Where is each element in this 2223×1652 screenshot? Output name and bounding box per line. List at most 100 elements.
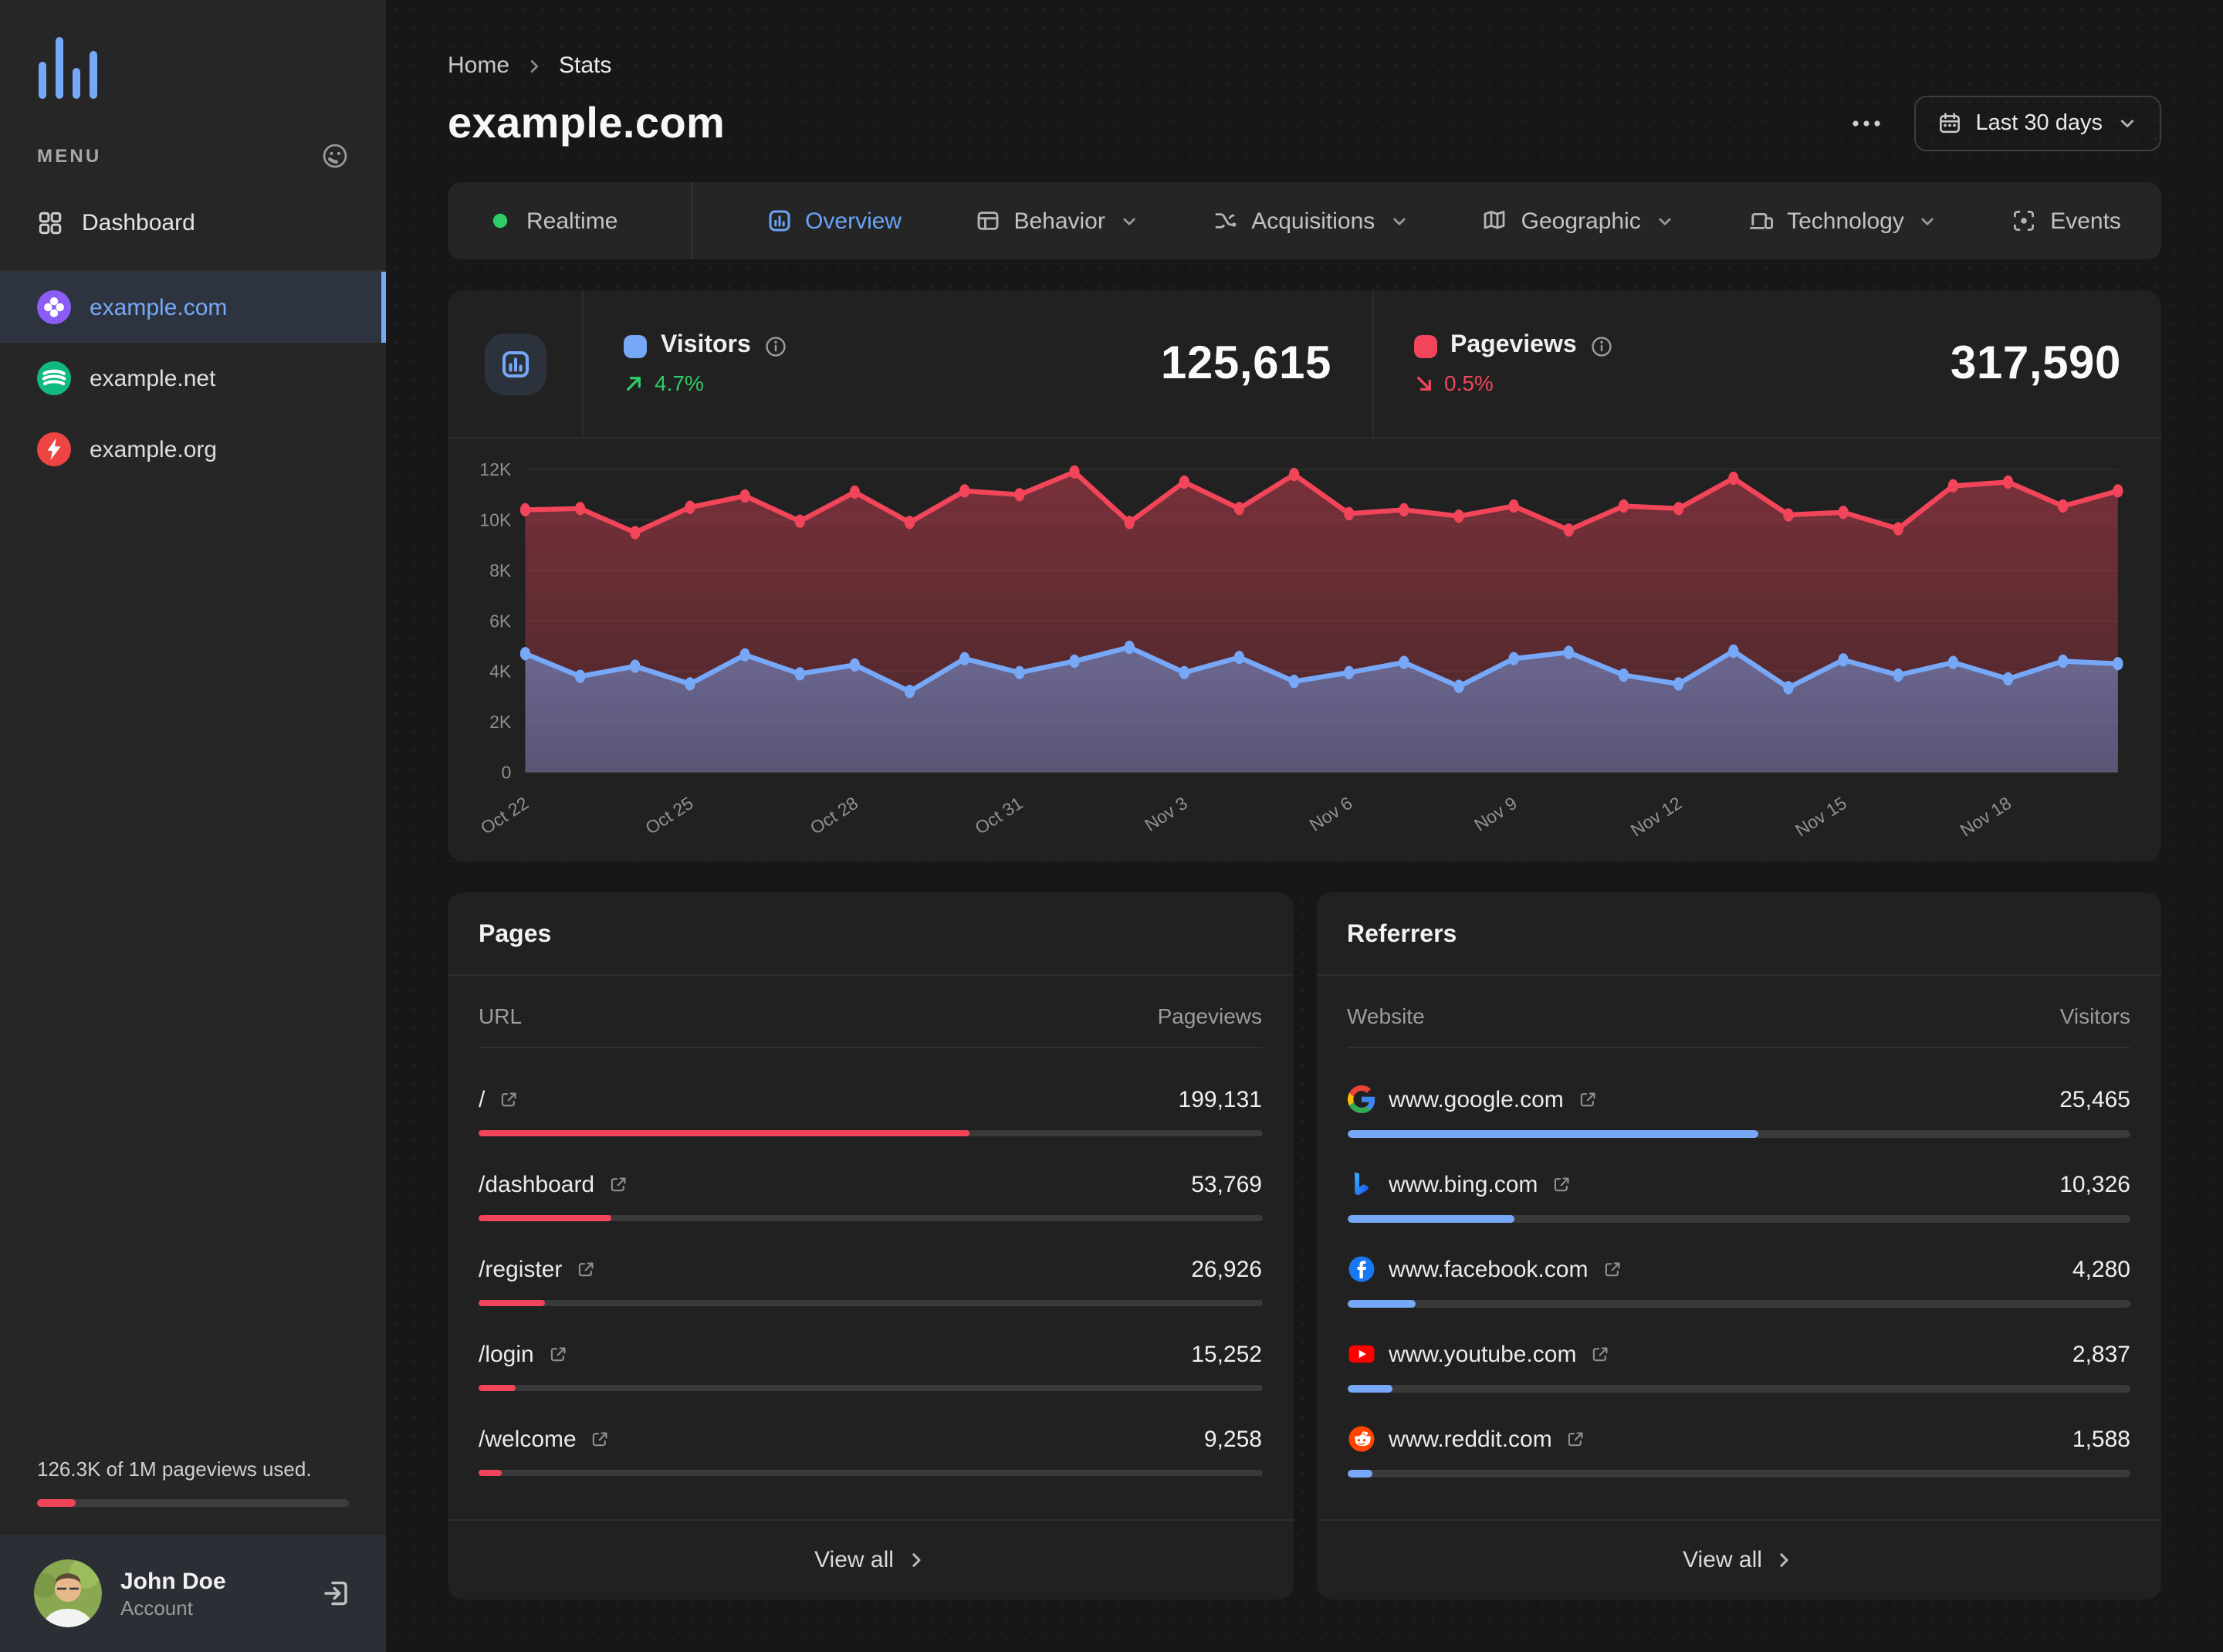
usage-text: 126.3K of 1M pageviews used.	[37, 1457, 312, 1481]
technology-icon	[1748, 208, 1773, 233]
overview-icon	[766, 208, 791, 233]
visitors-value: 125,615	[1160, 337, 1331, 388]
table-row[interactable]: www.bing.com 10,326	[1347, 1170, 2130, 1223]
clover-icon	[37, 290, 71, 324]
sidebar-item-example-net[interactable]: example.net	[0, 343, 386, 414]
tab-behavior[interactable]: Behavior	[975, 208, 1139, 234]
behavior-icon	[975, 208, 1000, 233]
table-row[interactable]: / 199,131	[479, 1087, 1262, 1137]
row-value: 4,280	[2072, 1256, 2130, 1283]
referrers-table: www.google.com 25,465 www.bing.com 10,32…	[1316, 1049, 2161, 1520]
sidebar-item-dashboard[interactable]: Dashboard	[0, 191, 386, 255]
tab-events[interactable]: Events	[2012, 208, 2121, 234]
external-link-icon[interactable]	[1566, 1430, 1586, 1450]
app-logo-icon[interactable]	[39, 37, 386, 99]
row-label: www.google.com	[1389, 1086, 1564, 1113]
tab-label: Acquisitions	[1251, 208, 1375, 234]
waves-icon	[37, 361, 71, 395]
info-icon[interactable]	[765, 334, 788, 357]
view-all-button[interactable]: View all	[1316, 1519, 2161, 1600]
external-link-icon[interactable]	[499, 1090, 519, 1110]
svg-text:10K: 10K	[479, 510, 512, 530]
trend-up-icon	[624, 373, 644, 393]
table-row[interactable]: /login 15,252	[479, 1341, 1262, 1392]
row-label: www.reddit.com	[1389, 1426, 1552, 1453]
more-options-button[interactable]	[1849, 111, 1883, 136]
external-link-icon[interactable]	[590, 1429, 611, 1449]
col-pageviews: Pageviews	[1157, 1004, 1262, 1029]
table-row[interactable]: /welcome 9,258	[479, 1426, 1262, 1476]
tab-geographic[interactable]: Geographic	[1483, 208, 1675, 234]
table-row[interactable]: www.facebook.com 4,280	[1347, 1255, 2130, 1308]
sidebar-item-example-com[interactable]: example.com	[0, 272, 386, 343]
progress-fill	[479, 1384, 516, 1392]
tab-technology[interactable]: Technology	[1748, 208, 1938, 234]
tab-realtime[interactable]: Realtime	[488, 208, 618, 234]
external-link-icon[interactable]	[608, 1175, 628, 1195]
tab-label: Behavior	[1013, 208, 1105, 234]
overview-chart-card: Visitors 4.7% 125,615 Pageviews 0.5% 317…	[448, 290, 2161, 862]
row-label: /	[479, 1086, 486, 1113]
bing-icon	[1347, 1170, 1375, 1198]
external-link-icon[interactable]	[1590, 1345, 1610, 1365]
avatar	[34, 1559, 102, 1627]
svg-text:Nov 12: Nov 12	[1627, 793, 1686, 841]
trend-down-icon	[1413, 373, 1433, 393]
col-website: Website	[1347, 1004, 1425, 1029]
pageviews-swatch	[1413, 334, 1436, 357]
svg-text:8K: 8K	[489, 560, 512, 581]
row-label: www.facebook.com	[1389, 1256, 1589, 1283]
external-link-icon[interactable]	[1602, 1259, 1622, 1279]
external-link-icon[interactable]	[1578, 1089, 1598, 1109]
row-label: www.youtube.com	[1389, 1341, 1577, 1368]
progress-fill	[479, 1469, 502, 1476]
pageviews-stat: Pageviews 0.5% 317,590	[1372, 290, 2161, 437]
info-icon[interactable]	[1591, 334, 1614, 357]
sidebar-item-example-org[interactable]: example.org	[0, 414, 386, 485]
pageviews-value: 317,590	[1950, 337, 2121, 388]
external-link-icon[interactable]	[548, 1344, 568, 1364]
tab-label: Overview	[805, 208, 902, 234]
breadcrumb-home[interactable]: Home	[448, 52, 509, 79]
date-range-button[interactable]: Last 30 days	[1913, 96, 2161, 151]
tab-label: Geographic	[1521, 208, 1641, 234]
external-link-icon[interactable]	[576, 1259, 596, 1279]
tab-overview[interactable]: Overview	[766, 208, 902, 234]
chevron-right-icon	[906, 1551, 926, 1571]
table-row[interactable]: www.google.com 25,465	[1347, 1085, 2130, 1138]
menu-options-icon[interactable]	[321, 142, 349, 170]
referrers-card: Referrers Website Visitors www.google.co…	[1316, 892, 2161, 1600]
progress-track	[1347, 1385, 2130, 1393]
external-link-icon[interactable]	[1551, 1174, 1572, 1194]
tab-acquisitions[interactable]: Acquisitions	[1213, 208, 1409, 234]
progress-track	[1347, 1470, 2130, 1478]
youtube-icon	[1347, 1341, 1375, 1369]
chevron-right-icon	[1775, 1551, 1795, 1571]
bottom-cards: Pages URL Pageviews / 199,131 /dashboard…	[448, 892, 2161, 1600]
table-row[interactable]: /dashboard 53,769	[479, 1172, 1262, 1222]
chevron-right-icon	[525, 56, 543, 75]
sign-out-icon[interactable]	[321, 1578, 352, 1609]
progress-track	[479, 1469, 1262, 1476]
progress-fill	[479, 1299, 546, 1307]
events-icon	[2012, 208, 2036, 233]
card-title: Pages	[479, 922, 552, 949]
progress-track	[1347, 1300, 2130, 1308]
account-panel[interactable]: John Doe Account	[0, 1535, 386, 1652]
calendar-icon	[1937, 111, 1962, 136]
table-row[interactable]: /register 26,926	[479, 1256, 1262, 1307]
progress-track	[479, 1129, 1262, 1137]
view-all-button[interactable]: View all	[448, 1519, 1293, 1600]
table-row[interactable]: www.reddit.com 1,588	[1347, 1426, 2130, 1478]
progress-fill	[479, 1129, 970, 1137]
svg-text:2K: 2K	[489, 712, 512, 732]
svg-text:0: 0	[502, 762, 512, 782]
bar-chart-icon	[499, 348, 530, 379]
table-row[interactable]: www.youtube.com 2,837	[1347, 1341, 2130, 1393]
progress-fill	[1347, 1470, 1373, 1478]
geographic-icon	[1483, 208, 1507, 233]
acquisitions-icon	[1213, 208, 1237, 233]
row-label: www.bing.com	[1389, 1171, 1538, 1198]
progress-fill	[1347, 1385, 1392, 1393]
tab-label: Events	[2050, 208, 2121, 234]
